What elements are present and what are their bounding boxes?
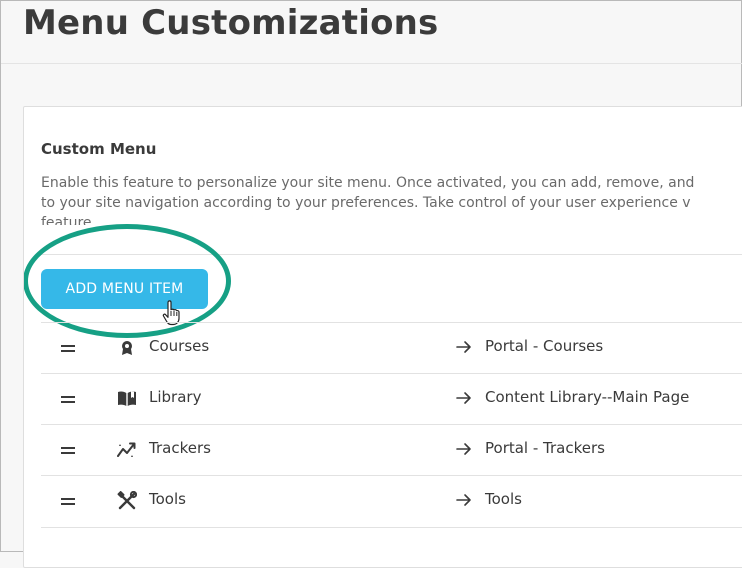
drag-handle-icon[interactable] [61,345,75,353]
arrow-right-icon [456,392,471,404]
menu-item-label: Library [149,388,202,406]
tools-icon [117,491,137,510]
arrow-right-icon [456,443,471,455]
title-divider [1,63,742,64]
menu-item-row[interactable]: Courses Portal - Courses [41,322,742,374]
menu-item-label: Tools [149,490,186,508]
graduation-icon [122,341,132,355]
menu-item-label: Courses [149,337,210,355]
menu-item-target: Tools [485,490,522,508]
section-heading: Custom Menu [41,140,157,158]
custom-menu-card: Custom Menu Enable this feature to perso… [23,106,742,568]
menu-item-target: Portal - Courses [485,337,604,355]
arrow-right-icon [456,341,471,353]
menu-item-row[interactable]: Library Content Library--Main Page [41,373,742,425]
menu-item-target: Portal - Trackers [485,439,605,457]
description-line: feature. [41,215,96,225]
menu-item-row[interactable]: Tools Tools [41,475,742,528]
section-divider [41,254,742,255]
trend-icon [117,442,136,457]
add-menu-item-button[interactable]: ADD MENU ITEM [41,269,208,309]
page-title: Menu Customizations [23,3,439,43]
arrow-right-icon [456,494,471,506]
menu-item-target: Content Library--Main Page [485,388,690,406]
feature-description: Enable this feature to personalize your … [41,173,742,225]
drag-handle-icon[interactable] [61,498,75,506]
menu-item-label: Trackers [149,439,211,457]
drag-handle-icon[interactable] [61,447,75,455]
drag-handle-icon[interactable] [61,396,75,404]
book-icon [118,391,136,406]
description-line: to your site navigation according to you… [41,195,691,211]
menu-item-row[interactable]: Trackers Portal - Trackers [41,424,742,476]
description-line: Enable this feature to personalize your … [41,175,695,191]
